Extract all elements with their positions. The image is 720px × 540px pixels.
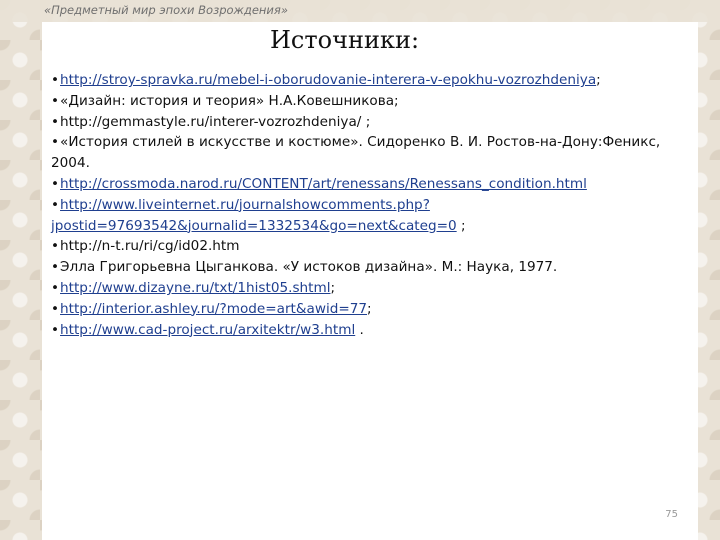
list-item: •http://interior.ashley.ru/?mode=art&awi… [51,299,693,320]
bullet: • [51,238,60,255]
bullet: • [51,113,60,130]
item-text: http://n-t.ru/ri/cg/id02.htm [60,238,240,255]
presentation-caption: «Предметный мир эпохи Возрождения» [44,3,288,17]
item-suffix: ; [367,300,372,317]
page-number: 75 [665,509,678,520]
source-link[interactable]: http://www.dizayne.ru/txt/1hist05.shtml [60,280,330,296]
bullet: • [51,196,60,213]
bullet: • [51,72,60,88]
list-item: •Элла Григорьевна Цыганкова. «У истоков … [51,257,693,278]
list-item: •http://n-t.ru/ri/cg/id02.htm [51,236,693,257]
bullet: • [51,92,60,109]
source-link[interactable]: http://www.liveinternet.ru/journalshowco… [51,197,457,234]
list-item: •http://www.cad-project.ru/arxitektr/w3.… [51,320,693,341]
item-text: «История стилей в искусстве и костюме». … [51,134,661,172]
list-item: •http://www.dizayne.ru/txt/1hist05.shtml… [51,278,693,299]
item-suffix: ; [330,279,336,296]
source-link[interactable]: http://www.cad-project.ru/arxitektr/w3.h… [60,322,355,338]
bullet: • [51,279,60,296]
item-text: http://gemmastyle.ru/interer-vozrozhdeni… [60,113,371,130]
source-link[interactable]: http://stroy-spravka.ru/mebel-i-oborudov… [60,72,596,88]
item-text: Элла Григорьевна Цыганкова. «У истоков д… [60,259,558,276]
source-link[interactable]: http://interior.ashley.ru/?mode=art&awid… [60,301,367,317]
list-item: •«Дизайн: история и теория» Н.А.Ковешник… [51,91,693,112]
list-item: •http://crossmoda.narod.ru/CONTENT/art/r… [51,174,693,195]
bullet: • [51,321,60,338]
bullet: • [51,134,60,151]
list-item: •http://stroy-spravka.ru/mebel-i-oborudo… [51,70,693,91]
item-text: «Дизайн: история и теория» Н.А.Ковешнико… [60,92,399,109]
slide-title: Источники: [270,26,420,54]
list-item: •«История стилей в искусстве и костюме».… [51,132,693,174]
bullet: • [51,300,60,317]
list-item: •http://www.liveinternet.ru/journalshowc… [51,195,693,237]
source-link[interactable]: http://crossmoda.narod.ru/CONTENT/art/re… [60,176,587,192]
content-panel: Источники: •http://stroy-spravka.ru/mebe… [42,22,698,540]
source-list: •http://stroy-spravka.ru/mebel-i-oborudo… [51,70,693,340]
item-suffix: ; [596,72,601,88]
bullet: • [51,259,60,276]
item-suffix: . [355,321,364,338]
list-item: •http://gemmastyle.ru/interer-vozrozhden… [51,112,693,133]
item-suffix: ; [456,217,466,234]
bullet: • [51,175,60,192]
